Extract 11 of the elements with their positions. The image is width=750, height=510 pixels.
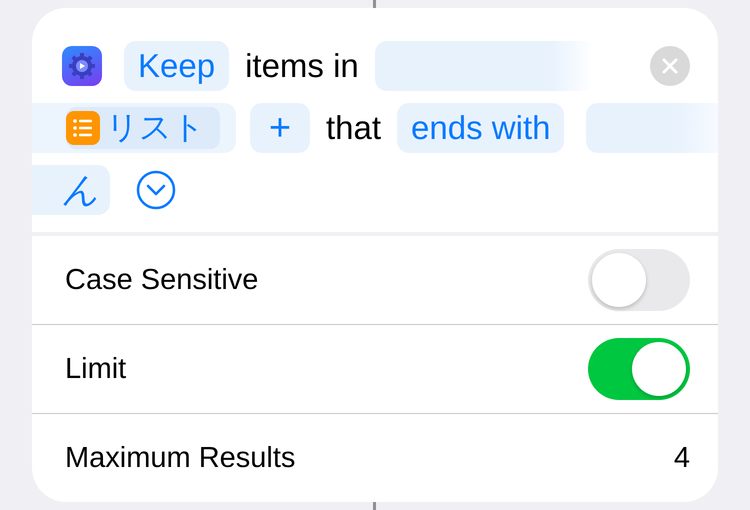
value-token[interactable]: ん — [32, 165, 110, 215]
add-button[interactable]: + — [250, 103, 310, 153]
verb-token[interactable]: Keep — [124, 41, 230, 91]
option-label: Case Sensitive — [65, 264, 258, 296]
variable-token[interactable]: リスト — [66, 107, 220, 149]
action-text: that — [326, 109, 382, 147]
option-label: Limit — [65, 352, 126, 386]
condition-token[interactable]: ends with — [397, 103, 564, 153]
option-value[interactable]: 4 — [674, 442, 690, 474]
action-text: items in — [245, 47, 359, 85]
option-label: Maximum Results — [65, 442, 296, 474]
